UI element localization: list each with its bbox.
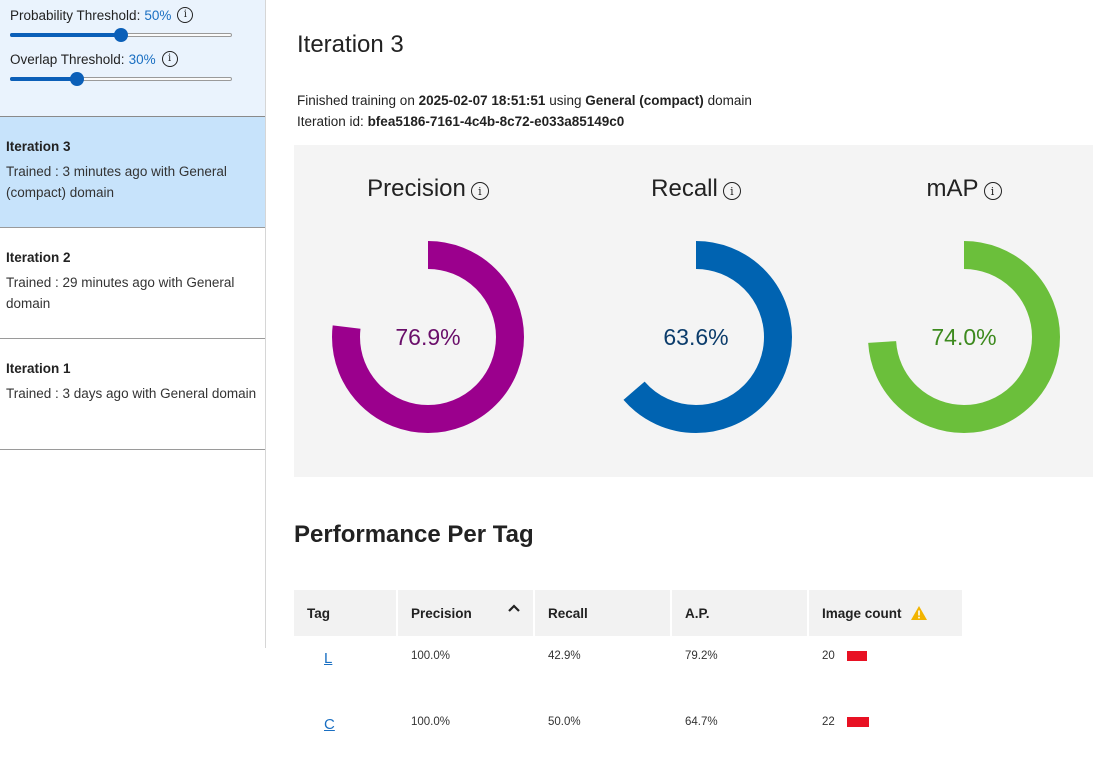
- section-title: Performance Per Tag: [294, 521, 534, 548]
- iteration-item-1[interactable]: Iteration 1 Trained : 3 days ago with Ge…: [0, 339, 265, 450]
- warning-icon: [910, 606, 927, 620]
- column-header-image-count[interactable]: Image count: [809, 590, 962, 636]
- donut-value-label: 76.9%: [395, 324, 460, 350]
- ap-cell: 64.7%: [685, 716, 718, 728]
- map-metric: mAP i: [854, 175, 1074, 203]
- iteration-item-2[interactable]: Iteration 2 Trained : 29 minutes ago wit…: [0, 228, 265, 339]
- iteration-name: Iteration 1: [6, 361, 71, 376]
- column-header-tag[interactable]: Tag: [294, 590, 396, 636]
- sort-ascending-icon: [508, 604, 520, 612]
- iteration-id: Iteration id: bfea5186-7161-4c4b-8c72-e0…: [297, 111, 752, 132]
- info-icon[interactable]: i: [470, 182, 489, 200]
- page-title: Iteration 3: [297, 31, 404, 58]
- column-header-label: Image count: [822, 605, 902, 621]
- column-header-recall[interactable]: Recall: [535, 590, 670, 636]
- metric-title: mAP i: [854, 175, 1074, 203]
- iteration-name: Iteration 3: [6, 139, 71, 154]
- recall-cell: 50.0%: [548, 716, 581, 728]
- iteration-description: Trained : 3 days ago with General domain: [6, 386, 257, 401]
- table-header: Tag Precision Recall A.P. Image count: [294, 590, 964, 636]
- precision-cell: 100.0%: [411, 650, 451, 662]
- overlap-threshold-label-row: Overlap Threshold: 30% i: [10, 50, 255, 68]
- slider-fill: [10, 77, 77, 81]
- iterations-sidebar: Probability Threshold: 50% i Overlap Thr…: [0, 0, 266, 648]
- tag-link[interactable]: C: [324, 716, 335, 733]
- probability-threshold-label: Probability Threshold:: [10, 7, 141, 23]
- training-date: 2025-02-07 18:51:51: [418, 93, 546, 108]
- training-info-using: using: [549, 93, 582, 108]
- info-icon[interactable]: i: [722, 182, 741, 200]
- recall-metric: Recall i: [586, 175, 806, 203]
- tag-cell: C: [294, 702, 396, 768]
- tag-link[interactable]: L: [324, 650, 332, 667]
- metric-title: Precision i: [318, 175, 538, 203]
- column-header-precision[interactable]: Precision: [398, 590, 533, 636]
- info-icon[interactable]: i: [983, 182, 1002, 200]
- overlap-threshold-label: Overlap Threshold:: [10, 51, 125, 67]
- table-row: C 100.0% 50.0% 64.7% 22: [294, 702, 964, 768]
- slider-thumb[interactable]: [69, 72, 84, 86]
- iteration-id-value: bfea5186-7161-4c4b-8c72-e033a85149c0: [367, 114, 625, 129]
- metric-title: Recall i: [586, 175, 806, 203]
- table-row: L 100.0% 42.9% 79.2% 20: [294, 636, 964, 702]
- metric-title-text: mAP: [926, 175, 979, 202]
- metrics-panel: Precision i Recall i mAP i 76.9% 63.6% 7…: [294, 145, 1093, 477]
- tag-performance-table: Tag Precision Recall A.P. Image count L …: [294, 590, 964, 768]
- image-count-value: 22: [822, 716, 835, 728]
- tag-cell: L: [294, 636, 396, 702]
- training-info-suffix: domain: [707, 93, 752, 108]
- training-info: Finished training on 2025-02-07 18:51:51…: [297, 90, 752, 111]
- overlap-threshold-slider[interactable]: [10, 70, 232, 86]
- precision-cell: 100.0%: [411, 716, 451, 728]
- iteration-name: Iteration 2: [6, 250, 71, 265]
- iteration-meta: Finished training on 2025-02-07 18:51:51…: [297, 90, 752, 132]
- recall-donut: 63.6%: [600, 241, 792, 433]
- probability-threshold-label-row: Probability Threshold: 50% i: [10, 6, 255, 24]
- training-info-prefix: Finished training on: [297, 93, 415, 108]
- metric-title-text: Precision: [367, 175, 466, 202]
- iteration-item-3[interactable]: Iteration 3 Trained : 3 minutes ago with…: [0, 117, 265, 228]
- column-header-label: Precision: [411, 605, 472, 621]
- slider-fill: [10, 33, 121, 37]
- precision-metric: Precision i: [318, 175, 538, 203]
- probability-threshold-slider[interactable]: [10, 26, 232, 42]
- probability-threshold-value: 50%: [144, 7, 172, 23]
- training-domain: General (compact): [585, 93, 704, 108]
- column-header-label: A.P.: [685, 605, 710, 621]
- slider-thumb[interactable]: [114, 28, 128, 42]
- map-donut: 74.0%: [868, 241, 1060, 433]
- ap-cell: 79.2%: [685, 650, 718, 662]
- column-header-label: Tag: [307, 605, 330, 621]
- info-icon[interactable]: i: [161, 51, 178, 67]
- column-header-ap[interactable]: A.P.: [672, 590, 807, 636]
- info-icon[interactable]: i: [177, 7, 194, 23]
- threshold-panel: Probability Threshold: 50% i Overlap Thr…: [0, 0, 265, 117]
- iteration-id-label: Iteration id:: [297, 114, 364, 129]
- iteration-description: Trained : 29 minutes ago with General do…: [6, 275, 235, 311]
- recall-cell: 42.9%: [548, 650, 581, 662]
- image-count-cell: 20: [809, 636, 962, 702]
- image-count-bar: [846, 716, 869, 727]
- donut-value-label: 74.0%: [931, 324, 996, 350]
- donut-value-label: 63.6%: [663, 324, 728, 350]
- image-count-cell: 22: [809, 702, 962, 768]
- iteration-description: Trained : 3 minutes ago with General (co…: [6, 164, 227, 200]
- image-count-bar: [846, 650, 867, 661]
- precision-donut: 76.9%: [332, 241, 524, 433]
- metric-title-text: Recall: [651, 175, 718, 202]
- overlap-threshold-value: 30%: [128, 51, 156, 67]
- image-count-value: 20: [822, 650, 835, 662]
- column-header-label: Recall: [548, 605, 588, 621]
